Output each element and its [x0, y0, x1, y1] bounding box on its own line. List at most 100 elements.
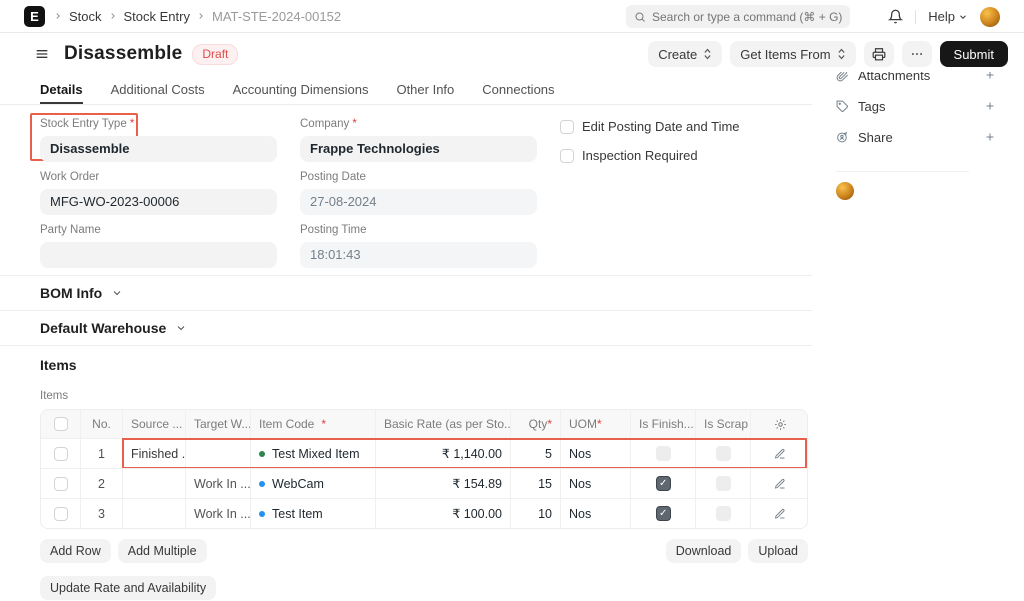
- col-is-finished[interactable]: Is Finish...: [631, 410, 696, 438]
- basic-rate-cell[interactable]: ₹ 1,140.00: [376, 439, 511, 468]
- chevron-right-icon: [196, 11, 206, 21]
- is-scrap-checkbox[interactable]: [715, 476, 731, 491]
- checkbox-icon: [560, 148, 574, 163]
- stock-entry-type-field[interactable]: Disassemble: [40, 136, 277, 162]
- form-tabs: Details Additional Costs Accounting Dime…: [0, 74, 812, 105]
- edit-row-pencil-icon[interactable]: [751, 469, 807, 498]
- target-warehouse-cell[interactable]: [186, 439, 251, 468]
- sidebar-divider: [836, 171, 969, 172]
- chevron-down-icon: [960, 14, 966, 19]
- upload-button[interactable]: Upload: [748, 539, 808, 563]
- add-multiple-button[interactable]: Add Multiple: [117, 539, 207, 563]
- item-code-cell[interactable]: Test Item: [251, 499, 376, 528]
- col-uom[interactable]: UOM: [561, 410, 631, 438]
- row-checkbox[interactable]: [53, 506, 68, 521]
- basic-rate-cell[interactable]: ₹ 154.89: [376, 469, 511, 498]
- bom-info-section-toggle[interactable]: BOM Info: [0, 276, 812, 311]
- item-code-cell[interactable]: WebCam: [251, 469, 376, 498]
- search-input[interactable]: [626, 5, 850, 28]
- col-source-warehouse[interactable]: Source ...: [123, 410, 186, 438]
- breadcrumb-stock[interactable]: Stock: [69, 9, 102, 24]
- is-scrap-checkbox[interactable]: [715, 446, 731, 461]
- posting-time-label: Posting Time: [300, 224, 367, 236]
- work-order-label: Work Order: [40, 171, 100, 183]
- page-title: Disassemble: [64, 43, 183, 64]
- posting-time-field: 18:01:43: [300, 242, 537, 268]
- menu-icon[interactable]: [34, 46, 50, 62]
- breadcrumb-stock-entry[interactable]: Stock Entry: [124, 9, 190, 24]
- download-button[interactable]: Download: [665, 539, 742, 563]
- uom-cell[interactable]: Nos: [561, 499, 631, 528]
- print-button[interactable]: [863, 41, 894, 67]
- tab-other-info[interactable]: Other Info: [396, 74, 454, 104]
- col-item-code[interactable]: Item Code: [251, 410, 376, 438]
- qty-cell[interactable]: 15: [511, 469, 561, 498]
- add-row-button[interactable]: Add Row: [40, 539, 111, 563]
- add-attachment-plus-icon[interactable]: [984, 72, 996, 81]
- app-logo[interactable]: E: [24, 5, 45, 27]
- item-code-cell[interactable]: Test Mixed Item: [251, 439, 376, 468]
- add-tag-plus-icon[interactable]: [984, 100, 996, 112]
- col-target-warehouse[interactable]: Target W...: [186, 410, 251, 438]
- row-checkbox[interactable]: [53, 446, 68, 461]
- help-menu[interactable]: Help: [928, 9, 968, 24]
- tag-icon: [836, 100, 849, 113]
- update-rate-availability-button[interactable]: Update Rate and Availability: [40, 576, 217, 600]
- party-name-field[interactable]: [40, 242, 277, 268]
- work-order-field[interactable]: MFG-WO-2023-00006: [40, 189, 277, 215]
- submit-button[interactable]: Submit: [939, 41, 1008, 67]
- notifications-bell-icon[interactable]: [888, 9, 904, 24]
- is-scrap-checkbox[interactable]: [715, 506, 731, 521]
- edit-posting-date-checkbox[interactable]: Edit Posting Date and Time: [560, 119, 740, 134]
- sidebar-attachments[interactable]: Attachments: [836, 72, 996, 83]
- tab-connections[interactable]: Connections: [482, 74, 554, 104]
- col-basic-rate[interactable]: Basic Rate (as per Sto...: [376, 410, 511, 438]
- is-finished-checkbox[interactable]: [655, 476, 671, 491]
- edit-row-pencil-icon[interactable]: [751, 439, 807, 468]
- tab-details[interactable]: Details: [40, 74, 83, 104]
- source-warehouse-cell[interactable]: Finished ...: [123, 439, 186, 468]
- tab-additional-costs[interactable]: Additional Costs: [111, 74, 205, 104]
- source-warehouse-cell[interactable]: [123, 469, 186, 498]
- edit-row-pencil-icon[interactable]: [751, 499, 807, 528]
- qty-cell[interactable]: 5: [511, 439, 561, 468]
- items-section: Items Items No. Source ... Target W... I…: [0, 346, 812, 600]
- tab-accounting-dimensions[interactable]: Accounting Dimensions: [233, 74, 369, 104]
- is-finished-checkbox[interactable]: [655, 506, 671, 521]
- add-share-plus-icon[interactable]: [984, 131, 996, 143]
- items-table: No. Source ... Target W... Item Code Bas…: [40, 409, 808, 529]
- breadcrumb-document[interactable]: MAT-STE-2024-00152: [212, 9, 341, 24]
- checkbox-icon: [560, 119, 574, 134]
- target-warehouse-cell[interactable]: Work In ...: [186, 469, 251, 498]
- inspection-required-checkbox[interactable]: Inspection Required: [560, 148, 698, 163]
- viewer-avatar[interactable]: [836, 182, 854, 200]
- uom-cell[interactable]: Nos: [561, 439, 631, 468]
- create-button[interactable]: Create: [648, 41, 723, 67]
- default-warehouse-section-toggle[interactable]: Default Warehouse: [0, 311, 812, 346]
- col-qty[interactable]: Qty: [511, 410, 561, 438]
- sidebar-share[interactable]: Share: [836, 129, 996, 145]
- source-warehouse-cell[interactable]: [123, 499, 186, 528]
- paperclip-icon: [836, 72, 849, 82]
- target-warehouse-cell[interactable]: Work In ...: [186, 499, 251, 528]
- uom-cell[interactable]: Nos: [561, 469, 631, 498]
- table-settings-gear-icon[interactable]: [751, 410, 807, 438]
- basic-rate-cell[interactable]: ₹ 100.00: [376, 499, 511, 528]
- row-number[interactable]: 2: [81, 469, 123, 498]
- company-field[interactable]: Frappe Technologies: [300, 136, 537, 162]
- items-section-heading: Items: [40, 357, 77, 373]
- row-checkbox[interactable]: [53, 476, 68, 491]
- qty-cell[interactable]: 10: [511, 499, 561, 528]
- row-number[interactable]: 3: [81, 499, 123, 528]
- is-finished-checkbox[interactable]: [655, 446, 671, 461]
- row-number[interactable]: 1: [81, 439, 123, 468]
- col-is-scrap[interactable]: Is Scrap ...: [696, 410, 751, 438]
- sidebar-tags[interactable]: Tags: [836, 98, 996, 114]
- select-all-checkbox[interactable]: [53, 417, 68, 431]
- table-row: 3 Work In ... Test Item ₹ 100.00 10 Nos: [41, 498, 807, 528]
- posting-date-field: 27-08-2024: [300, 189, 537, 215]
- get-items-from-button[interactable]: Get Items From: [730, 41, 856, 67]
- more-actions-button[interactable]: [901, 41, 932, 67]
- user-avatar[interactable]: [980, 6, 1000, 27]
